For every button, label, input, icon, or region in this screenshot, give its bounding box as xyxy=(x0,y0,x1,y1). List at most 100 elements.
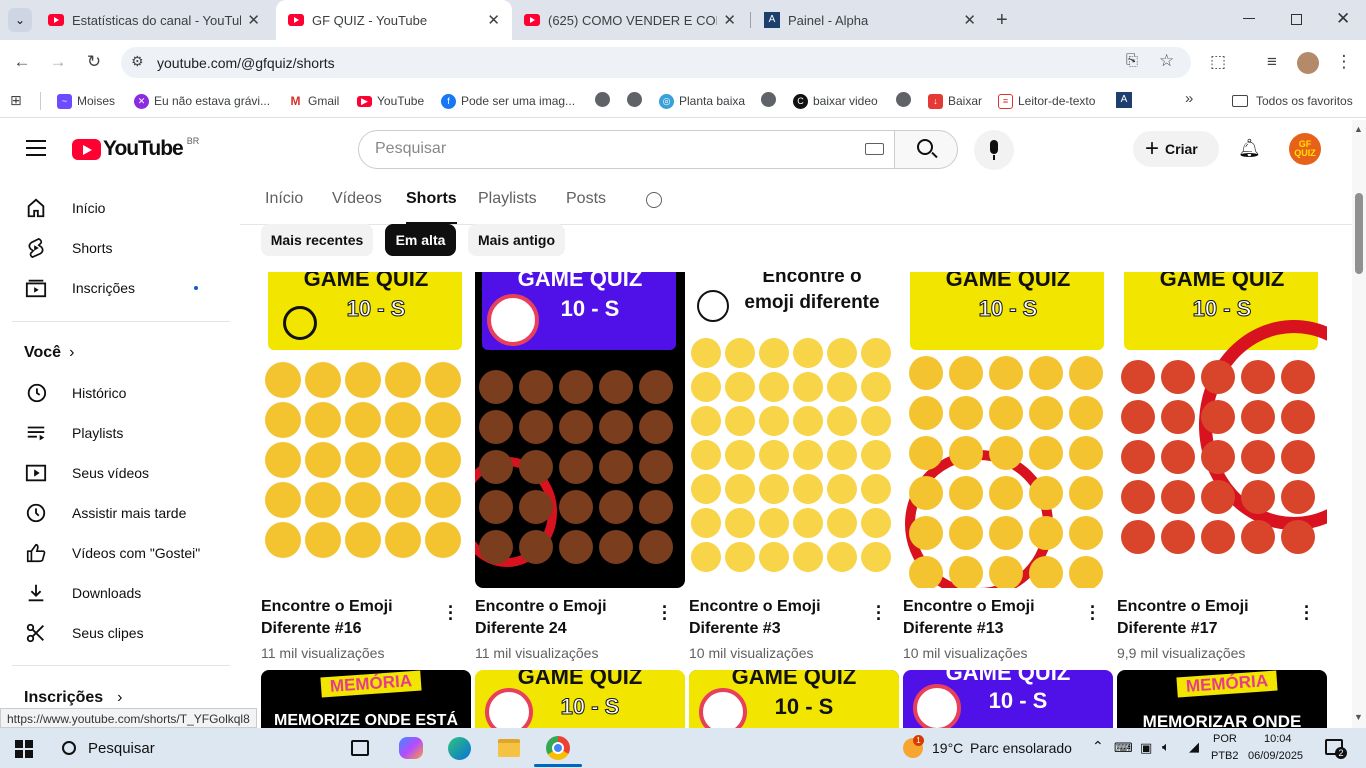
keyboard-language[interactable]: POR xyxy=(1213,733,1237,745)
keyboard-icon[interactable] xyxy=(865,143,884,155)
globe-icon[interactable] xyxy=(896,92,911,107)
globe-icon[interactable] xyxy=(761,92,776,107)
more-actions-icon[interactable]: · · · xyxy=(446,598,456,628)
bookmark-leitor[interactable]: ≡ Leitor-de-texto xyxy=(998,92,1095,110)
forward-icon[interactable]: → xyxy=(46,52,70,72)
hamburger-menu-icon[interactable] xyxy=(26,140,46,156)
chrome-icon[interactable] xyxy=(546,736,570,760)
sidebar-item-seus-clipes[interactable]: Seus clipes xyxy=(12,613,230,653)
sidebar-item-inicio[interactable]: Início xyxy=(12,188,230,228)
short-thumbnail[interactable]: MEMÓRIA MEMORIZAR ONDE xyxy=(1117,670,1327,730)
tab-posts[interactable]: Posts xyxy=(566,190,606,224)
clock-time[interactable]: 10:04 xyxy=(1264,733,1292,745)
media-control-icon[interactable]: ≡ xyxy=(1260,52,1284,72)
back-icon[interactable]: ← xyxy=(10,52,34,72)
clock-date[interactable]: 06/09/2025 xyxy=(1248,750,1303,762)
tab-gf-quiz[interactable]: GF QUIZ - YouTube ✕ xyxy=(276,0,512,40)
copilot-icon[interactable] xyxy=(399,737,423,759)
sidebar-item-downloads[interactable]: Downloads xyxy=(12,573,230,613)
short-thumbnail[interactable]: GAME QUIZ 10 - S xyxy=(475,272,685,588)
short-title[interactable]: Encontre o Emoji Diferente 24 xyxy=(475,596,615,640)
chevron-up-icon[interactable]: ⌃ xyxy=(1092,738,1104,755)
close-tab-icon[interactable]: ✕ xyxy=(487,11,500,29)
youtube-logo[interactable]: YouTube BR xyxy=(72,136,199,161)
tab-channel-stats[interactable]: Estatísticas do canal - YouTube ✕ xyxy=(36,0,272,40)
all-bookmarks-folder[interactable]: Todos os favoritos xyxy=(1232,92,1353,110)
more-bookmarks-icon[interactable]: » xyxy=(1185,90,1193,107)
globe-icon[interactable] xyxy=(627,92,642,107)
tab-videos[interactable]: Vídeos xyxy=(332,190,382,224)
bookmark-youtube[interactable]: ▶ YouTube xyxy=(357,92,424,110)
file-explorer-icon[interactable] xyxy=(498,739,520,757)
sidebar-item-videos-gostei[interactable]: Vídeos com "Gostei" xyxy=(12,533,230,573)
chip-em-alta[interactable]: Em alta xyxy=(385,224,456,256)
taskbar-search[interactable]: Pesquisar xyxy=(50,731,330,765)
sidebar-item-assistir-mais-tarde[interactable]: Assistir mais tarde xyxy=(12,493,230,533)
channel-avatar[interactable]: GF QUIZ xyxy=(1289,133,1321,165)
tab-painel-alpha[interactable]: A Painel - Alpha ✕ xyxy=(752,0,988,40)
reload-icon[interactable]: ↻ xyxy=(82,52,106,72)
bookmark-baixar-video[interactable]: Cbaixar video xyxy=(793,92,878,110)
scrollbar-thumb[interactable] xyxy=(1355,193,1363,274)
close-tab-icon[interactable]: ✕ xyxy=(247,11,260,29)
short-thumbnail[interactable]: GAME QUIZ 10 - S xyxy=(1117,272,1327,588)
bookmark-star-icon[interactable]: ☆ xyxy=(1159,51,1174,71)
search-input[interactable]: Pesquisar xyxy=(358,130,895,169)
bookmark-moises[interactable]: ~ Moises xyxy=(57,92,115,110)
globe-icon[interactable] xyxy=(595,92,610,107)
sidebar-item-shorts[interactable]: Shorts xyxy=(12,228,230,268)
notifications-bell-icon[interactable]: 🔔︎ xyxy=(1238,138,1261,159)
sidebar-item-playlists[interactable]: Playlists xyxy=(12,413,230,453)
bookmark-baixar[interactable]: ↓ Baixar xyxy=(928,92,982,110)
chip-mais-antigo[interactable]: Mais antigo xyxy=(468,224,565,256)
bookmark-facebook[interactable]: f Pode ser uma imag... xyxy=(441,92,575,110)
create-button[interactable]: + Criar xyxy=(1133,131,1219,167)
more-actions-icon[interactable]: · · · xyxy=(1088,598,1098,628)
short-thumbnail[interactable]: GAME QUIZ 10 - S xyxy=(261,272,471,588)
close-tab-icon[interactable]: ✕ xyxy=(963,11,976,29)
sidebar-item-inscricoes[interactable]: Inscrições xyxy=(12,268,230,308)
weather-temp[interactable]: 19°C xyxy=(932,740,963,756)
bookmark-planta-baixa[interactable]: ◎ Planta baixa xyxy=(659,92,745,110)
sidebar-inscricoes-heading[interactable]: Inscrições › xyxy=(24,689,122,707)
scroll-up-icon[interactable]: ▲ xyxy=(1354,124,1363,134)
wifi-icon[interactable]: ◢ xyxy=(1189,739,1199,755)
bookmark-gmail[interactable]: M Gmail xyxy=(288,92,339,110)
short-thumbnail[interactable]: Encontre o emoji diferente xyxy=(689,272,899,588)
short-thumbnail[interactable]: GAME QUIZ 10 - S xyxy=(689,670,899,730)
windows-start-icon[interactable] xyxy=(15,740,33,758)
network-icon[interactable]: ⌨ xyxy=(1114,740,1133,756)
search-button[interactable] xyxy=(894,130,958,169)
short-title[interactable]: Encontre o Emoji Diferente #17 xyxy=(1117,596,1297,640)
minimize-icon[interactable] xyxy=(1243,18,1255,19)
more-actions-icon[interactable]: · · · xyxy=(1302,598,1312,628)
tab-playlists[interactable]: Playlists xyxy=(478,190,537,224)
channel-search-icon[interactable] xyxy=(646,192,662,208)
task-view-icon[interactable] xyxy=(351,740,369,756)
tab-search-button[interactable]: ⌄ xyxy=(8,8,32,32)
short-title[interactable]: Encontre o Emoji Diferente #16 xyxy=(261,596,441,640)
restore-icon[interactable] xyxy=(1291,14,1302,25)
edge-icon[interactable] xyxy=(448,737,471,760)
new-tab-icon[interactable]: + xyxy=(996,9,1008,32)
tab-inicio[interactable]: Início xyxy=(265,190,303,224)
chip-mais-recentes[interactable]: Mais recentes xyxy=(261,224,373,256)
short-thumbnail[interactable]: GAME QUIZ 10 - S xyxy=(903,670,1113,730)
browser-menu-icon[interactable]: ⋮ xyxy=(1332,52,1356,72)
close-window-icon[interactable]: ✕ xyxy=(1336,9,1350,29)
extensions-icon[interactable]: ⬚ xyxy=(1206,52,1230,72)
short-title[interactable]: Encontre o Emoji Diferente #13 xyxy=(903,596,1083,640)
volume-icon[interactable]: 🔈︎ xyxy=(1162,739,1170,755)
sidebar-item-seus-videos[interactable]: Seus vídeos xyxy=(12,453,230,493)
sidebar-item-historico[interactable]: Histórico xyxy=(12,373,230,413)
url-text[interactable]: youtube.com/@gfquiz/shorts xyxy=(157,55,335,71)
address-bar[interactable]: ⚙ youtube.com/@gfquiz/shorts ⎘ ☆ xyxy=(121,47,1191,78)
more-actions-icon[interactable]: · · · xyxy=(874,598,884,628)
voice-search-button[interactable] xyxy=(974,130,1014,170)
close-tab-icon[interactable]: ✕ xyxy=(723,11,736,29)
short-thumbnail[interactable]: GAME QUIZ 10 - S xyxy=(475,670,685,730)
tab-como-vender[interactable]: (625) COMO VENDER E COMPR ✕ xyxy=(512,0,748,40)
alpha-bookmark-icon[interactable]: A xyxy=(1116,92,1132,108)
short-thumbnail[interactable]: MEMÓRIA MEMORIZE ONDE ESTÁ xyxy=(261,670,471,730)
install-app-icon[interactable]: ⎘ xyxy=(1126,52,1138,69)
